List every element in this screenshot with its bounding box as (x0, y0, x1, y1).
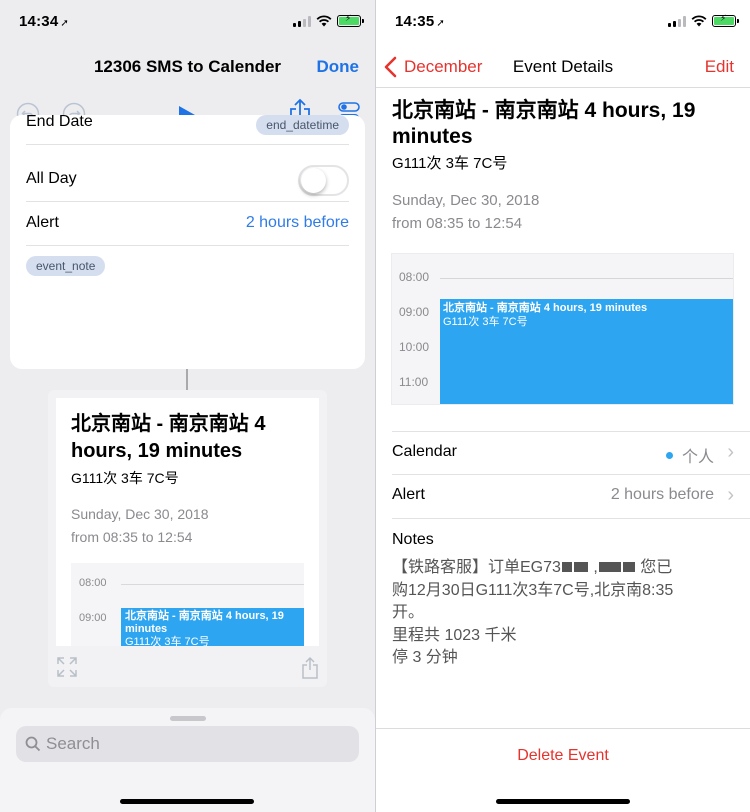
battery-charging-icon (337, 13, 364, 27)
shortcut-nav-bar: 12306 SMS to Calender Done (0, 44, 375, 90)
preview-event-date: Sunday, Dec 30, 2018 (71, 506, 209, 522)
event-location: G111次 3车 7C号 (392, 155, 508, 172)
alert-label: Alert (26, 214, 59, 231)
notes-line-start: 【铁路客服】订单EG73 (392, 559, 561, 576)
add-event-action-card: End Date end_datetime All Day Alert 2 ho… (10, 115, 365, 369)
cellular-signal-icon (293, 15, 311, 27)
search-field[interactable]: Search (16, 726, 359, 762)
battery-charging-icon (712, 13, 739, 27)
result-preview-card: 北京南站 - 南京南站 4 hours, 19 minutes G111次 3车… (48, 390, 327, 687)
location-arrow-icon: ➚ (60, 18, 69, 29)
preview-hour-label: 09:00 (79, 612, 107, 624)
redacted-block (561, 562, 572, 572)
preview-share-icon[interactable] (301, 656, 319, 680)
end-date-label: End Date (26, 115, 93, 130)
all-day-row: All Day (26, 158, 349, 202)
hour-label: 11:00 (399, 375, 429, 389)
bottom-toolbar: Delete Event (376, 728, 750, 812)
hour-gridline (440, 278, 733, 279)
all-day-toggle[interactable] (298, 165, 349, 196)
status-bar: 14:35 ➚ (376, 0, 750, 44)
wifi-icon (691, 15, 707, 27)
event-block-subtitle: G111次 3车 7C号 (443, 316, 528, 328)
delete-event-button[interactable]: Delete Event (376, 747, 750, 765)
actions-search-sheet: Search (0, 708, 375, 812)
end-datetime-token[interactable]: end_datetime (256, 115, 349, 135)
alert-value[interactable]: 2 hours before (246, 214, 349, 232)
hour-label: 10:00 (399, 340, 430, 354)
event-block-title: 北京南站 - 南京南站 4 hours, 19 minutes (443, 302, 648, 314)
search-icon (25, 736, 41, 752)
event-time-range: from 08:35 to 12:54 (392, 215, 523, 232)
calendar-name: 个人 (681, 449, 714, 466)
chevron-right-icon: › (727, 441, 734, 463)
home-indicator[interactable] (120, 799, 254, 804)
notes-line-end: 您已 (640, 559, 673, 576)
event-nav-bar: December Event Details Edit (376, 44, 750, 88)
preview-event-title: 北京南站 - 南京南站 4 hours, 19 minutes (71, 413, 266, 462)
sheet-grabber[interactable] (170, 716, 206, 721)
alert-row[interactable]: Alert 2 hours before › (392, 475, 750, 519)
status-time-text: 14:35 (395, 13, 435, 30)
notes-line: 【铁路客服】订单EG73 , 您已 (392, 559, 673, 576)
status-time: 14:35 ➚ (395, 13, 445, 30)
preview-block-title: 北京南站 - 南京南站 4 hours, 19 minutes (125, 610, 284, 635)
redacted-block (622, 562, 635, 572)
preview-day-timeline: 08:00 09:00 北京南站 - 南京南站 4 hours, 19 minu… (71, 563, 304, 646)
chevron-right-icon: › (727, 484, 734, 506)
event-date: Sunday, Dec 30, 2018 (392, 192, 540, 209)
end-date-row: End Date end_datetime (26, 115, 349, 145)
redacted-block (598, 562, 621, 572)
cellular-signal-icon (668, 15, 686, 27)
alert-row[interactable]: Alert 2 hours before (26, 202, 349, 246)
calendar-label: Calendar (392, 443, 457, 460)
preview-block-subtitle: G111次 3车 7C号 (125, 636, 210, 646)
wifi-icon (316, 15, 332, 27)
notes-line: 停 3 分钟 (392, 649, 458, 666)
action-connector (186, 369, 188, 390)
expand-icon[interactable] (56, 656, 78, 678)
notes-line: 里程共 1023 千米 (392, 626, 517, 644)
status-bar: 14:34 ➚ (0, 0, 375, 44)
edit-button[interactable]: Edit (705, 57, 734, 77)
search-placeholder: Search (46, 734, 100, 753)
event-preview[interactable]: 北京南站 - 南京南站 4 hours, 19 minutes G111次 3车… (56, 398, 319, 646)
notes-label: Notes (392, 531, 434, 548)
calendar-value: 个人 (665, 443, 714, 467)
hour-gridline (121, 584, 304, 585)
event-block[interactable]: 北京南站 - 南京南站 4 hours, 19 minutes G111次 3车… (440, 299, 733, 404)
status-time: 14:34 ➚ (19, 13, 69, 30)
calendar-row[interactable]: Calendar 个人 › (392, 431, 750, 475)
status-icons (668, 13, 739, 27)
event-details-title: Event Details (512, 57, 614, 76)
redacted-block (573, 562, 588, 572)
done-button[interactable]: Done (317, 57, 360, 77)
preview-hour-label: 08:00 (79, 577, 107, 589)
alert-value: 2 hours before (610, 486, 714, 503)
home-indicator[interactable] (496, 799, 630, 804)
notes-text: 【铁路客服】订单EG73 , 您已 购12月30日G111次3车7C号,北京南8… (392, 557, 732, 670)
hour-label: 08:00 (399, 270, 430, 284)
calendar-color-dot (665, 451, 673, 459)
calendar-event-details-pane: 14:35➚ December Event Details Edit 北京南站 … (376, 0, 750, 812)
preview-event-subtitle: G111次 3车 7C号 (71, 470, 179, 486)
preview-event-block: 北京南站 - 南京南站 4 hours, 19 minutes G111次 3车… (121, 608, 304, 646)
event-title: 北京南站 - 南京南站 4 hours, 19 minutes (392, 99, 696, 148)
preview-event-time: from 08:35 to 12:54 (71, 529, 193, 545)
status-time-text: 14:34 (19, 13, 59, 30)
status-icons (293, 13, 364, 27)
hour-label: 09:00 (399, 305, 430, 319)
event-note-token[interactable]: event_note (26, 256, 106, 276)
day-timeline[interactable]: 08:00 09:00 10:00 11:00 北京南站 - 南京南站 4 ho… (391, 253, 734, 405)
all-day-label: All Day (26, 170, 77, 187)
location-arrow-icon: ➚ (436, 18, 445, 29)
alert-label: Alert (392, 486, 425, 503)
shortcuts-editor-pane: 14:34➚ 12306 SMS to Calender Done End Da… (0, 0, 375, 812)
notes-line: 购12月30日G111次3车7C号,北京南8:35 (392, 581, 674, 599)
notes-field[interactable]: event_note (26, 256, 106, 276)
notes-line: 开。 (392, 604, 425, 621)
